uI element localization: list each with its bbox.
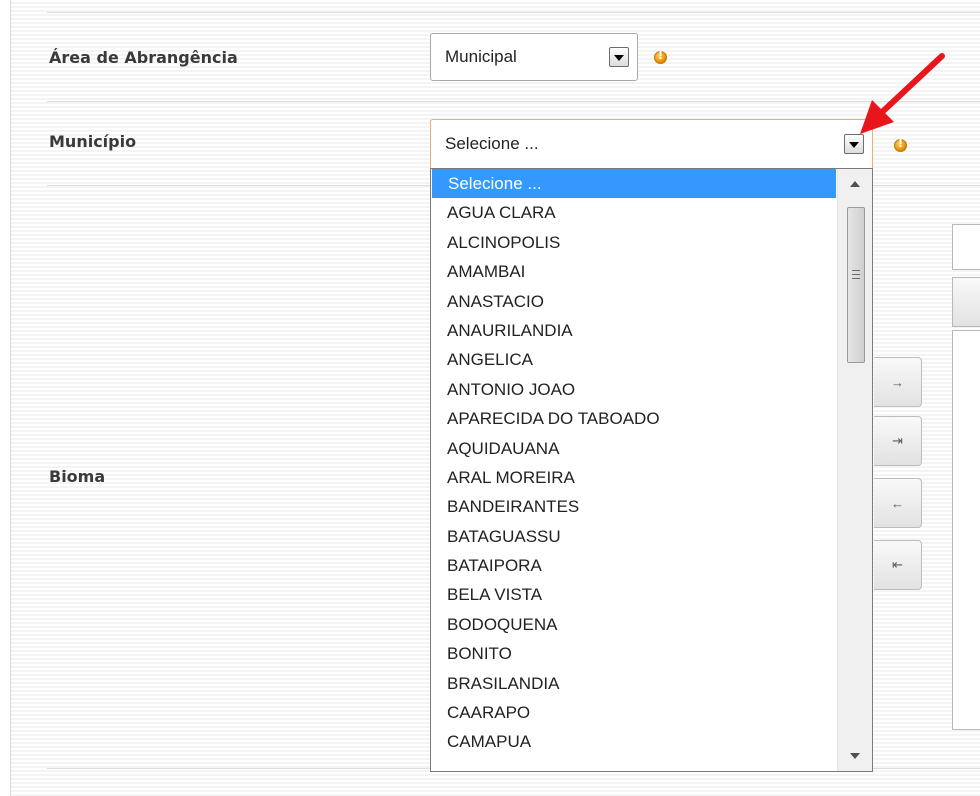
dropdown-option[interactable]: ANTONIO JOAO [431,375,836,404]
move-right-button[interactable]: → [874,357,922,407]
area-abrangencia-select[interactable]: Municipal [430,33,638,81]
area-abrangencia-label: Área de Abrangência [49,48,238,67]
municipio-value: Selecione ... [445,134,539,153]
scroll-up-icon[interactable] [850,181,860,187]
dropdown-option[interactable]: CAMAPUA [431,727,836,756]
dropdown-option[interactable]: BATAIPORA [431,551,836,580]
dropdown-option[interactable]: BANDEIRANTES [431,492,836,521]
dropdown-option[interactable]: Selecione ... [432,169,836,199]
chevron-down-icon [849,142,859,148]
dropdown-option[interactable]: AMAMBAI [431,257,836,286]
divider [47,12,980,13]
bioma-list-header [952,277,980,327]
dropdown-option[interactable]: BRASILANDIA [431,669,836,698]
dropdown-option[interactable]: AGUA CLARA [431,198,836,227]
bioma-selected-list[interactable] [952,330,980,730]
dropdown-options: Selecione ... AGUA CLARA ALCINOPOLIS AMAMBA… [431,169,872,757]
dropdown-option[interactable]: ARAL MOREIRA [431,463,836,492]
move-all-left-button[interactable]: ⇤ [874,540,922,590]
dropdown-option[interactable]: BATAGUASSU [431,522,836,551]
municipio-label: Município [49,132,137,151]
bioma-filter-input[interactable] [952,224,980,270]
warning-icon: ! [654,49,667,64]
area-dropdown-button[interactable] [609,47,629,67]
dropdown-option[interactable]: ALCINOPOLIS [431,228,836,257]
warning-icon: ! [894,137,907,152]
dropdown-option[interactable]: AQUIDAUANA [431,434,836,463]
area-abrangencia-value: Municipal [445,47,517,66]
dropdown-option[interactable]: ANASTACIO [431,287,836,316]
dropdown-option[interactable]: BELA VISTA [431,580,836,609]
dropdown-option[interactable]: ANGELICA [431,345,836,374]
dropdown-option[interactable]: CAARAPO [431,698,836,727]
chevron-down-icon [614,55,624,61]
divider [47,101,980,102]
scroll-down-icon[interactable] [850,753,860,759]
annotation-arrow-icon [860,53,945,134]
move-all-right-button[interactable]: ⇥ [874,416,922,466]
municipio-select[interactable]: Selecione ... [430,119,873,169]
dropdown-scrollbar[interactable] [837,169,872,771]
municipio-dropdown-list[interactable]: Selecione ... AGUA CLARA ALCINOPOLIS AMAMBA… [430,168,873,772]
move-left-button[interactable]: ← [874,478,922,528]
dropdown-option[interactable]: BODOQUENA [431,610,836,639]
dropdown-option[interactable]: ANAURILANDIA [431,316,836,345]
scroll-thumb[interactable] [847,207,865,363]
dropdown-option[interactable]: BONITO [431,639,836,668]
dropdown-option[interactable]: APARECIDA DO TABOADO [431,404,836,433]
bioma-label: Bioma [49,467,106,486]
